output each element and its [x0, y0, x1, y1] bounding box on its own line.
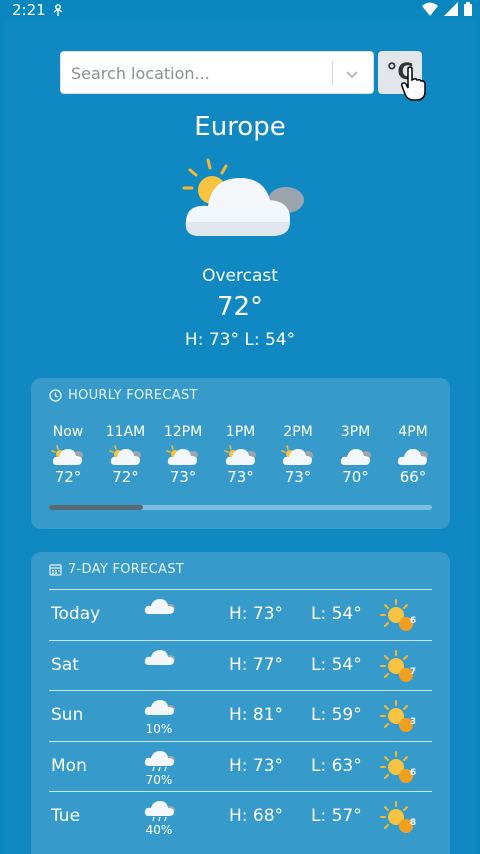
cloud-sun-icon	[182, 158, 304, 236]
uv-badge: 7	[409, 666, 417, 677]
hourly-item: 11AM 72°	[98, 424, 154, 486]
hourly-temp: 66°	[399, 468, 427, 486]
daily-high: H: 77°	[229, 654, 284, 675]
hourly-item: Now 72°	[40, 424, 96, 486]
daily-row[interactable]: Sun 10% H: 81° L: 59° 3	[49, 690, 432, 741]
clock-icon	[49, 389, 62, 402]
hourly-time: 11AM	[105, 424, 146, 440]
current-temperature: 72°	[216, 292, 264, 322]
signal-icon	[444, 2, 458, 16]
app-screen: °C Europe Overcast 72° H: 73° L: 54° HOU…	[4, 0, 476, 854]
hourly-time: 1PM	[225, 424, 256, 440]
daily-high: H: 81°	[229, 705, 284, 725]
daily-day: Tue	[51, 806, 81, 826]
partly-cloudy-icon	[108, 445, 141, 465]
uv-badge: 8	[409, 818, 417, 828]
daily-low: L: 54°	[311, 604, 362, 624]
uv-badge: 6	[409, 767, 417, 778]
daily-row[interactable]: Today H: 73° L: 54° 6	[49, 589, 432, 640]
cloud-icon	[144, 649, 175, 665]
search-input[interactable]	[71, 60, 321, 86]
hourly-time: 2PM	[283, 424, 313, 440]
daily-high: H: 68°	[229, 806, 284, 826]
hourly-item: 12PM 73°	[155, 424, 211, 486]
uv-badge: 6	[409, 616, 417, 626]
search-divider	[332, 61, 333, 85]
hourly-temp: 72°	[112, 468, 139, 486]
location-title: Europe	[194, 112, 286, 142]
cloud-icon	[144, 700, 175, 715]
chevron-down-icon[interactable]	[343, 65, 361, 83]
rain-cloud-icon	[144, 750, 175, 771]
current-high-low: H: 73° L: 54°	[184, 330, 296, 350]
hourly-forecast-card: HOURLY FORECAST Now 72° 11AM 72° 12PM 73° 1PM 7…	[31, 378, 450, 529]
notification-icon	[53, 4, 63, 16]
hourly-item: 2PM 73°	[270, 424, 326, 486]
daily-row[interactable]: Mon 70% H: 73° L: 63° 6	[49, 740, 432, 792]
daily-precip: 40%	[145, 823, 173, 837]
hand-cursor-icon	[401, 66, 426, 101]
daily-high: H: 73°	[229, 604, 284, 624]
battery-icon	[464, 2, 472, 16]
hourly-temp: 72°	[54, 468, 82, 486]
hourly-temp: 73°	[284, 468, 312, 486]
hourly-list[interactable]: Now 72° 11AM 72° 12PM 73° 1PM 73° 2PM 73° 3PM 70° 4P…	[31, 424, 431, 504]
daily-row[interactable]: Sat H: 77° L: 54° 7	[49, 639, 432, 691]
hourly-time: Now	[52, 424, 84, 440]
search-box[interactable]	[60, 51, 374, 94]
daily-high: H: 73°	[229, 755, 284, 776]
daily-day: Mon	[51, 755, 87, 776]
daily-precip: 70%	[145, 772, 173, 787]
cloud-icon	[340, 449, 371, 465]
hourly-item: 1PM 73°	[213, 424, 269, 486]
hourly-temp: 73°	[227, 468, 254, 486]
daily-forecast-card: 7-DAY FORECAST Today H: 73° L: 54° 6 Sat H: 7…	[31, 552, 450, 854]
daily-title: 7-DAY FORECAST	[49, 562, 184, 577]
hourly-title: HOURLY FORECAST	[49, 388, 198, 403]
hourly-item: 3PM 70°	[328, 424, 384, 486]
daily-day: Sat	[51, 654, 79, 675]
calendar-icon	[49, 564, 62, 576]
daily-title-label: 7-DAY FORECAST	[68, 562, 185, 577]
hourly-scroll-thumb[interactable]	[49, 505, 143, 510]
hourly-time: 3PM	[340, 424, 371, 440]
partly-cloudy-icon	[51, 445, 83, 465]
hourly-item: 4PM 66°	[385, 424, 431, 486]
daily-low: L: 57°	[311, 806, 362, 826]
hourly-title-label: HOURLY FORECAST	[68, 388, 198, 403]
system-icons	[422, 2, 472, 16]
partly-cloudy-icon	[223, 445, 256, 465]
daily-low: L: 63°	[311, 755, 362, 776]
cloud-icon	[144, 599, 175, 614]
wifi-icon	[422, 2, 438, 16]
status-bar: 2:21	[0, 0, 480, 20]
daily-low: L: 59°	[311, 705, 362, 725]
hourly-temp: 70°	[342, 468, 369, 486]
rain-cloud-icon	[144, 801, 175, 822]
daily-precip: 10%	[145, 722, 173, 736]
partly-cloudy-icon	[166, 445, 198, 465]
status-time: 2:21	[12, 1, 46, 19]
hourly-temp: 73°	[169, 468, 197, 486]
daily-day: Sun	[51, 705, 84, 725]
hourly-time: 12PM	[163, 424, 203, 440]
daily-low: L: 54°	[311, 654, 362, 675]
daily-day: Today	[51, 604, 101, 624]
daily-row[interactable]: Tue 40% H: 68° L: 57° 8	[49, 791, 432, 842]
uv-badge: 3	[409, 717, 417, 727]
current-condition: Overcast	[202, 266, 278, 286]
cloud-icon	[397, 449, 428, 465]
hourly-time: 4PM	[398, 424, 428, 440]
partly-cloudy-icon	[281, 445, 313, 465]
